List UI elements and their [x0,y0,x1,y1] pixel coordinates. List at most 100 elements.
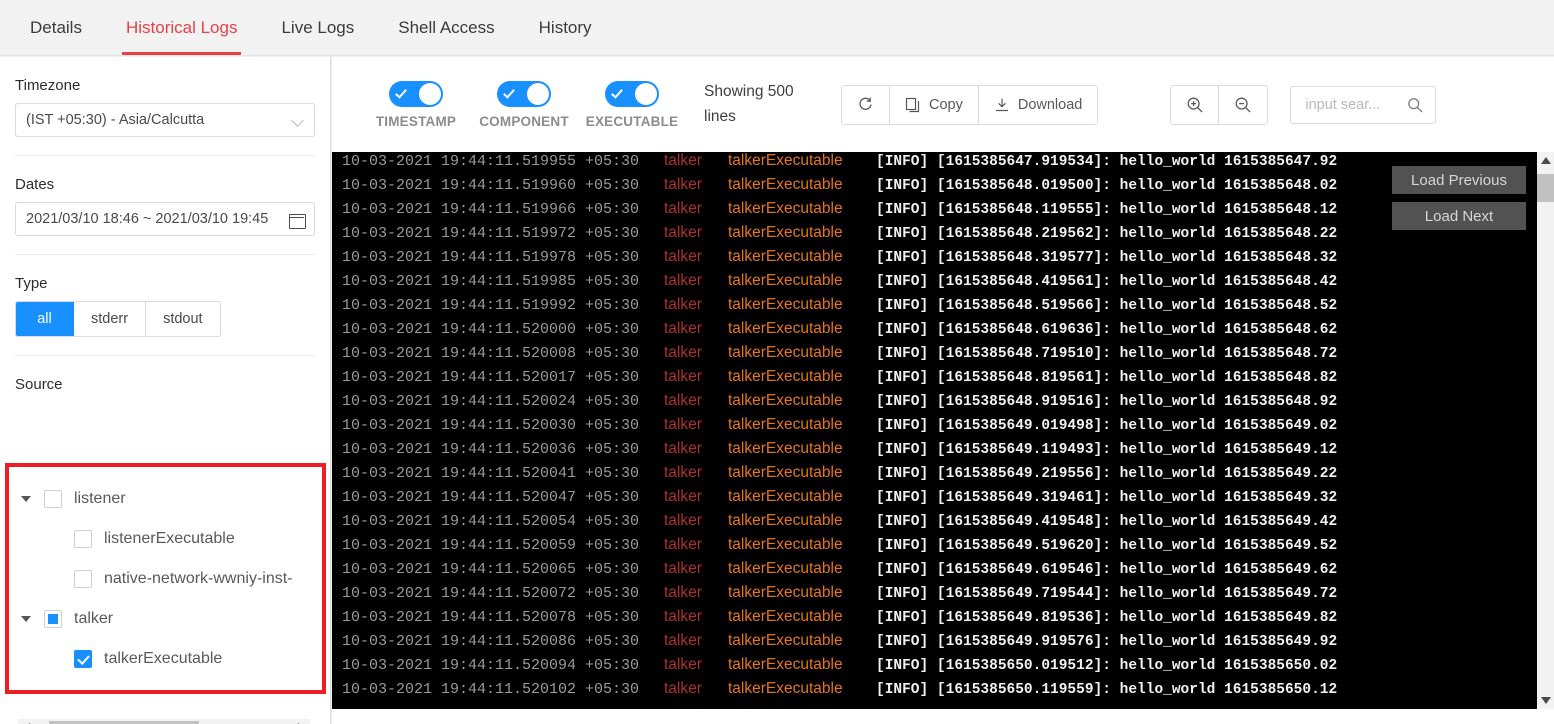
scroll-thumb[interactable] [1537,174,1554,202]
load-previous-button[interactable]: Load Previous [1392,166,1526,194]
toggle-component[interactable] [497,80,551,107]
log-component: talker [664,512,702,529]
scroll-down-arrow-icon[interactable] [1537,692,1554,709]
tab-shell-access[interactable]: Shell Access [376,0,516,55]
date-range-input[interactable]: 2021/03/10 18:46 ~ 2021/03/10 19:45 [15,202,315,236]
tree-node-checkbox[interactable] [44,490,62,508]
type-option-stderr[interactable]: stderr [74,302,147,336]
log-component: talker [664,272,702,289]
log-console[interactable]: Load Previous Load Next 10-03-2021 19:44… [332,152,1554,709]
zoom-in-button[interactable] [1171,85,1220,124]
log-timestamp: 10-03-2021 19:44:11.520065 +05:30 [342,561,640,578]
log-executable: talkerExecutable [728,488,843,505]
toggle-timestamp[interactable] [389,80,443,107]
log-message: [INFO] [1615385648.719510]: hello_world … [876,346,1338,362]
log-timestamp: 10-03-2021 19:44:11.520094 +05:30 [342,657,640,674]
tree-node[interactable]: native-network-wwniy-inst- [17,559,322,599]
source-tree-horizontal-scrollbar[interactable] [18,719,310,724]
log-message: [INFO] [1615385649.519620]: hello_world … [876,538,1338,554]
logs-pane: TIMESTAMP COMPONENT EXECUTABLE Showing 500… [332,57,1554,724]
column-toggles: TIMESTAMP COMPONENT EXECUTABLE [362,80,686,129]
log-executable: talkerExecutable [728,392,843,409]
log-line: 10-03-2021 19:44:11.520078 +05:30 talker t… [332,608,1554,632]
refresh-button[interactable] [842,85,890,124]
log-timestamp: 10-03-2021 19:44:11.520054 +05:30 [342,513,640,530]
tab-historical-logs[interactable]: Historical Logs [104,0,260,55]
caret-down-icon[interactable] [17,616,35,622]
search-field[interactable] [1290,85,1437,124]
log-component: talker [664,152,702,169]
tree-node-label: talker [74,610,114,627]
tree-node[interactable]: listenerExecutable [17,519,322,559]
download-label: Download [1017,96,1083,113]
type-option-stdout[interactable]: stdout [146,302,220,336]
log-component: talker [664,248,702,265]
tree-node-checkbox[interactable] [74,530,92,548]
log-message: [INFO] [1615385649.719544]: hello_world … [876,586,1338,602]
log-executable: talkerExecutable [728,152,843,169]
tree-node[interactable]: talker [17,599,322,639]
zoom-out-icon [1235,97,1251,112]
copy-button[interactable]: Copy [890,85,979,124]
log-executable: talkerExecutable [728,536,843,553]
zoom-out-button[interactable] [1219,85,1268,124]
log-message: [INFO] [1615385648.219562]: hello_world … [876,226,1338,242]
log-message: [INFO] [1615385648.519566]: hello_world … [876,298,1338,314]
log-timestamp: 10-03-2021 19:44:11.519960 +05:30 [342,177,640,194]
log-executable: talkerExecutable [728,560,843,577]
scroll-track[interactable] [35,719,293,724]
chevron-down-icon [292,114,304,126]
tree-node-checkbox[interactable] [74,570,92,588]
tab-live-logs[interactable]: Live Logs [259,0,376,55]
log-line: 10-03-2021 19:44:11.520008 +05:30 talker t… [332,344,1554,368]
tree-node[interactable]: listener [17,479,322,519]
zoom-in-icon [1187,97,1203,112]
showing-lines-text: Showing 500 lines [704,83,794,125]
timezone-select[interactable]: (IST +05:30) - Asia/Calcutta [15,103,315,137]
check-icon [503,85,515,99]
refresh-icon [859,97,872,110]
console-vertical-scrollbar[interactable] [1537,152,1554,709]
tree-node[interactable]: talkerExecutable [17,639,322,679]
dates-label: Dates [15,176,55,193]
log-line: 10-03-2021 19:44:11.519960 +05:30 talker t… [332,176,1554,200]
scroll-up-arrow-icon[interactable] [1537,152,1554,169]
log-line: 10-03-2021 19:44:11.519972 +05:30 talker t… [332,224,1554,248]
log-message: [INFO] [1615385649.619546]: hello_world … [876,562,1338,578]
download-button[interactable]: Download [978,85,1098,124]
load-buttons: Load Previous Load Next [1392,166,1526,230]
tree-node-checkbox[interactable] [74,650,92,668]
log-line: 10-03-2021 19:44:11.520030 +05:30 talker t… [332,416,1554,440]
tree-node-label: listenerExecutable [104,530,235,547]
search-input[interactable] [1303,95,1402,114]
log-timestamp: 10-03-2021 19:44:11.520036 +05:30 [342,441,640,458]
tab-details[interactable]: Details [8,0,104,55]
log-timestamp: 10-03-2021 19:44:11.520024 +05:30 [342,393,640,410]
check-icon [395,85,407,99]
log-executable: talkerExecutable [728,248,843,265]
log-message: [INFO] [1615385649.219556]: hello_world … [876,466,1338,482]
log-line: 10-03-2021 19:44:11.520024 +05:30 talker t… [332,392,1554,416]
search-icon[interactable] [1407,97,1423,113]
logs-toolbar: TIMESTAMP COMPONENT EXECUTABLE Showing 500… [332,57,1554,152]
tree-node[interactable]: native-network-lwfnx-inst-q [17,679,322,694]
load-next-button[interactable]: Load Next [1392,202,1526,230]
log-line-list: 10-03-2021 19:44:11.519955 +05:30 talker t… [332,152,1554,704]
log-message: [INFO] [1615385648.119555]: hello_world … [876,202,1338,218]
tree-node-checkbox[interactable] [44,610,62,628]
timezone-field: Timezone (IST +05:30) - Asia/Calcutta [0,77,330,137]
log-message: [INFO] [1615385649.919576]: hello_world … [876,634,1338,650]
log-line: 10-03-2021 19:44:11.520065 +05:30 talker t… [332,560,1554,584]
log-timestamp: 10-03-2021 19:44:11.520078 +05:30 [342,609,640,626]
log-line: 10-03-2021 19:44:11.520072 +05:30 talker t… [332,584,1554,608]
log-executable: talkerExecutable [728,416,843,433]
log-executable: talkerExecutable [728,272,843,289]
caret-down-icon[interactable] [17,496,35,502]
log-line: 10-03-2021 19:44:11.520059 +05:30 talker t… [332,536,1554,560]
tree-node-checkbox[interactable] [74,690,92,694]
tab-history[interactable]: History [517,0,614,55]
timezone-label: Timezone [15,77,81,94]
toggle-executable[interactable] [605,80,659,107]
log-component: talker [664,368,702,385]
type-option-all[interactable]: all [16,302,74,336]
